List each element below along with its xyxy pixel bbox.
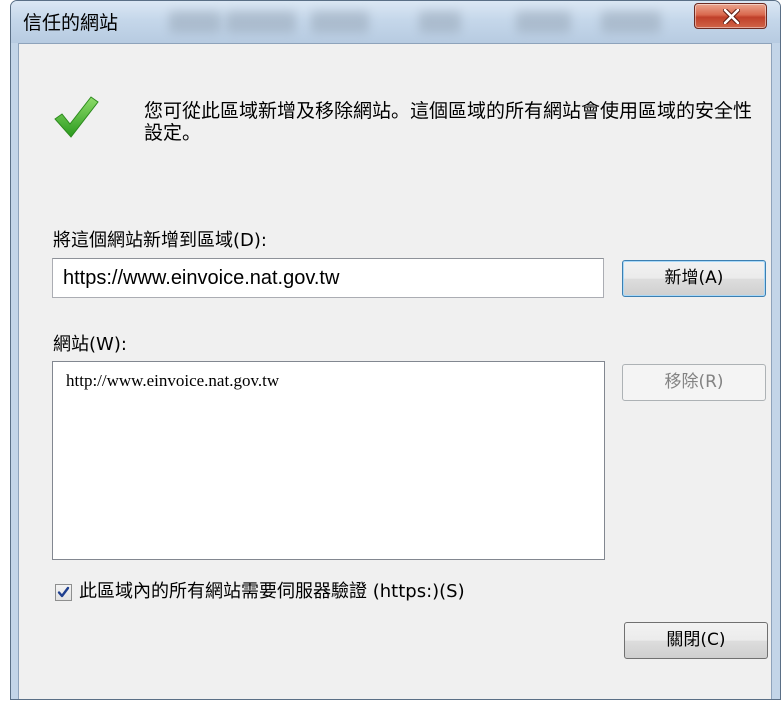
list-item[interactable]: http://www.einvoice.nat.gov.tw xyxy=(66,371,279,391)
site-url-input[interactable] xyxy=(52,258,604,298)
close-dialog-button[interactable]: 關閉(C) xyxy=(624,622,768,659)
blurred-background-region xyxy=(311,11,369,33)
remove-button[interactable]: 移除(R) xyxy=(622,364,766,401)
add-button[interactable]: 新增(A) xyxy=(622,260,766,297)
info-text: 您可從此區域新增及移除網站。這個區域的所有網站會使用區域的安全性設定。 xyxy=(144,100,753,144)
dialog-content: 您可從此區域新增及移除網站。這個區域的所有網站會使用區域的安全性設定。 將這個網… xyxy=(18,43,772,699)
blurred-background-region xyxy=(601,11,661,33)
blurred-background-region xyxy=(226,11,296,33)
window-close-button[interactable] xyxy=(694,3,767,29)
add-site-label: 將這個網站新增到區域(D): xyxy=(53,230,267,251)
checkmark-icon xyxy=(57,586,70,598)
blurred-background-region xyxy=(169,11,221,33)
sites-list-label: 網站(W): xyxy=(53,334,127,355)
blurred-background-region xyxy=(419,11,461,33)
trusted-sites-dialog: 信任的網站 您可從此區域新增及移除網站。這個區域的所有網站會使用區域的安全性設定… xyxy=(10,0,781,700)
https-required-checkbox[interactable] xyxy=(55,584,72,601)
window-title: 信任的網站 xyxy=(23,12,119,34)
sites-list[interactable]: http://www.einvoice.nat.gov.tw xyxy=(52,361,605,560)
title-bar[interactable]: 信任的網站 xyxy=(11,1,780,43)
close-icon xyxy=(723,9,740,24)
blurred-background-region xyxy=(516,11,571,33)
https-required-label[interactable]: 此區域內的所有網站需要伺服器驗證 (https:)(S) xyxy=(79,581,465,603)
green-check-icon xyxy=(54,96,99,138)
